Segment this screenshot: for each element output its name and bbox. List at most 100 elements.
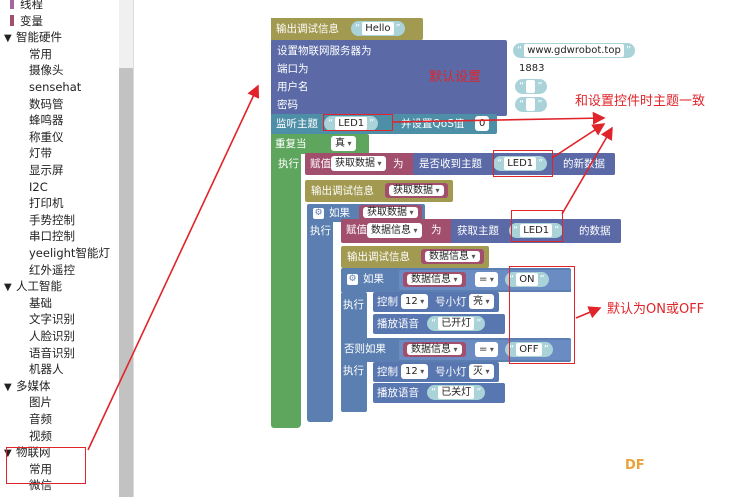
category-sidebar: 线程 变量 ▼ 智能硬件 常用 摄像头 sensehat 数码管 蜂鸣器 称重仪 灯带 显示屏 I2C 打… xyxy=(0,0,134,497)
repeat-exec-label: 执行 xyxy=(278,158,299,170)
lamp-number-dropdown[interactable]: 12 xyxy=(401,294,429,309)
lamp-state-dropdown[interactable]: 灭 xyxy=(469,364,494,379)
category-color-marker xyxy=(10,14,14,26)
sidebar-label: 打印机 xyxy=(29,196,64,211)
sidebar-label: 机器人 xyxy=(29,362,64,377)
else-if-label: 否则如果 xyxy=(344,343,386,355)
control-label: 控制 xyxy=(377,296,398,308)
triangle-down-icon[interactable]: ▼ xyxy=(4,280,16,297)
lamp-state-dropdown[interactable]: 亮 xyxy=(469,294,494,309)
sidebar-item[interactable]: 变量 xyxy=(10,13,43,30)
sidebar-label: 红外遥控 xyxy=(29,262,75,277)
repeat-while-block[interactable]: 重复当 真 xyxy=(271,134,369,154)
gear-icon[interactable]: ⚙ xyxy=(313,208,324,219)
speak-off-block[interactable]: 播放语音 “已关灯” xyxy=(373,383,505,403)
sidebar-label: I2C xyxy=(29,179,48,194)
compare-operator-dropdown[interactable]: = xyxy=(475,342,498,357)
sidebar-item[interactable]: 线程 xyxy=(10,0,43,13)
sidebar-item[interactable]: 摄像头 xyxy=(29,62,64,79)
annotation-default-on-off: 默认为ON或OFF xyxy=(607,302,705,317)
debug-variable-chip[interactable]: 获取数据 xyxy=(385,183,448,198)
compare-variable-chip[interactable]: 数据信息 xyxy=(403,272,466,287)
data-label: 的数据 xyxy=(579,225,611,237)
control-lamp-on-block[interactable]: 控制 12 号小灯 亮 xyxy=(373,292,499,312)
triangle-down-icon[interactable]: ▼ xyxy=(4,380,16,397)
debug-output-block-3[interactable]: 输出调试信息 数据信息 xyxy=(341,246,489,268)
triangle-down-icon[interactable]: ▼ xyxy=(4,31,16,48)
username-string[interactable]: “ ” xyxy=(515,79,547,94)
sidebar-item[interactable]: 视频 xyxy=(29,428,52,445)
sidebar-item[interactable]: 图片 xyxy=(29,394,52,411)
sidebar-item[interactable]: 基础 xyxy=(29,295,52,312)
repeat-body-rail: 执行 xyxy=(271,154,301,428)
if-exec-label: 执行 xyxy=(343,299,364,311)
sidebar-item[interactable]: 机器人 xyxy=(29,361,64,378)
sidebar-item[interactable]: 数码管 xyxy=(29,96,64,113)
sidebar-scrollbar-thumb[interactable] xyxy=(119,68,133,497)
gear-icon[interactable]: ⚙ xyxy=(347,274,358,285)
debug-output-block-2[interactable]: 输出调试信息 获取数据 xyxy=(305,180,453,202)
sidebar-item[interactable]: 打印机 xyxy=(29,195,64,212)
password-label: 密码 xyxy=(277,99,298,111)
highlight-on-off-values xyxy=(509,266,575,364)
repeat-condition-dropdown[interactable]: 真 xyxy=(331,136,356,151)
sidebar-item[interactable]: 红外遥控 xyxy=(29,262,75,279)
sidebar-item[interactable]: I2C xyxy=(29,179,48,196)
assign-label: 赋值 xyxy=(310,158,331,170)
debug-variable-chip[interactable]: 数据信息 xyxy=(421,249,484,264)
assign-message-block[interactable]: 赋值 数据信息 为 获取主题 “LED1” 的数据 xyxy=(341,219,621,243)
sidebar-item[interactable]: 音频 xyxy=(29,411,52,428)
assign-to-label: 为 xyxy=(431,224,442,236)
if-condition-chip[interactable]: 获取数据 xyxy=(359,205,422,220)
speak-label: 播放语音 xyxy=(377,318,419,330)
sidebar-label: yeelight智能灯 xyxy=(29,246,110,260)
lamp-number-dropdown[interactable]: 12 xyxy=(401,364,429,379)
sidebar-category[interactable]: ▼ 智能硬件 xyxy=(4,29,62,46)
sidebar-item[interactable]: 手势控制 xyxy=(29,212,75,229)
if-exec-label: 执行 xyxy=(310,225,331,237)
sidebar-label: 摄像头 xyxy=(29,63,64,78)
assign-variable-dropdown[interactable]: 数据信息 xyxy=(367,223,422,238)
compare-variable-chip[interactable]: 数据信息 xyxy=(403,342,466,357)
assign-get-data-block[interactable]: 赋值 获取数据 为 是否收到主题 “LED1” 的新数据 xyxy=(305,153,615,175)
sidebar-item[interactable]: 显示屏 xyxy=(29,162,64,179)
else-if-exec-label: 执行 xyxy=(343,365,364,377)
sidebar-item[interactable]: 称重仪 xyxy=(29,129,64,146)
sidebar-category[interactable]: ▼ 人工智能 xyxy=(4,278,62,295)
debug-label: 输出调试信息 xyxy=(311,185,374,197)
debug-string-1[interactable]: “Hello” xyxy=(351,21,405,36)
speak-on-block[interactable]: 播放语音 “已开灯” xyxy=(373,314,505,334)
sidebar-item[interactable]: 灯带 xyxy=(29,145,52,162)
server-string[interactable]: “www.gdwrobot.top” xyxy=(513,43,636,58)
sidebar-item[interactable]: 串口控制 xyxy=(29,228,75,245)
lamp-label: 号小灯 xyxy=(435,366,467,378)
sidebar-item[interactable]: 蜂鸣器 xyxy=(29,112,64,129)
port-label: 端口为 xyxy=(277,63,309,75)
sidebar-label: 变量 xyxy=(20,13,43,28)
sidebar-item[interactable]: 语音识别 xyxy=(29,345,75,362)
debug-output-block-1[interactable]: 输出调试信息 “Hello” xyxy=(271,18,423,40)
blockly-workspace[interactable]: 输出调试信息 “Hello” 设置物联网服务器为 “www.gdwrobot.t… xyxy=(135,0,732,497)
sidebar-item[interactable]: yeelight智能灯 xyxy=(29,245,110,262)
sidebar-item[interactable]: 文字识别 xyxy=(29,311,75,328)
highlight-check-topic xyxy=(493,150,553,177)
assign-variable-dropdown[interactable]: 获取数据 xyxy=(331,156,386,171)
port-field[interactable]: 1883 xyxy=(515,61,549,76)
sidebar-category[interactable]: ▼ 多媒体 xyxy=(4,378,51,395)
highlight-iot-category xyxy=(6,447,86,484)
else-if-rail: 执行 xyxy=(341,362,367,412)
speak-off-string[interactable]: “已关灯” xyxy=(427,385,486,400)
control-lamp-off-block[interactable]: 控制 12 号小灯 灭 xyxy=(373,362,499,382)
compare-operator-dropdown[interactable]: = xyxy=(475,272,498,287)
sidebar-item[interactable]: 常用 xyxy=(29,46,52,63)
password-string[interactable]: “ ” xyxy=(515,97,547,112)
assign-label: 赋值 xyxy=(346,224,367,236)
qos-field[interactable]: 0 xyxy=(475,116,490,131)
sidebar-item[interactable]: 人脸识别 xyxy=(29,328,75,345)
speak-label: 播放语音 xyxy=(377,387,419,399)
sidebar-label: 人脸识别 xyxy=(29,329,75,343)
sidebar-item[interactable]: sensehat xyxy=(29,79,81,96)
speak-on-string[interactable]: “已开灯” xyxy=(427,316,486,331)
lamp-label: 号小灯 xyxy=(435,296,467,308)
control-label: 控制 xyxy=(377,366,398,378)
